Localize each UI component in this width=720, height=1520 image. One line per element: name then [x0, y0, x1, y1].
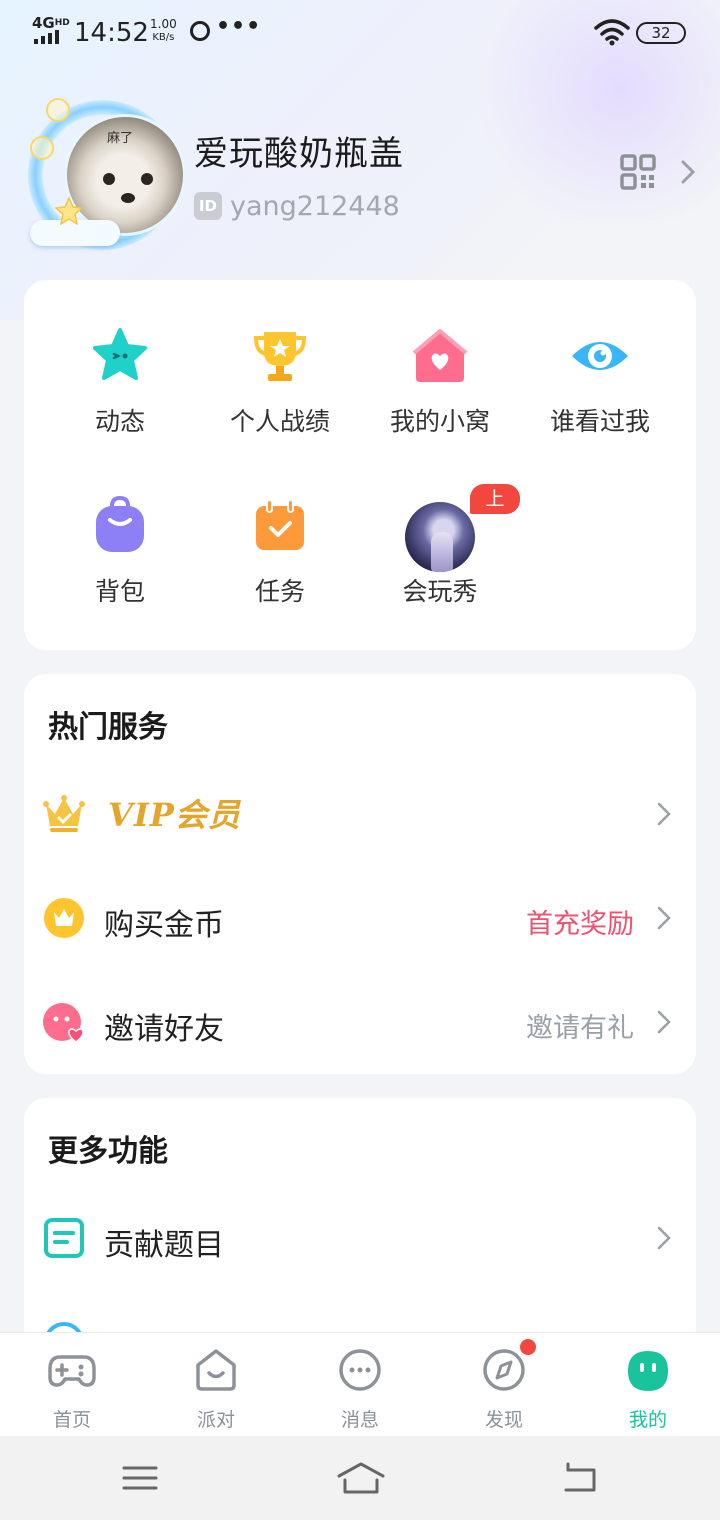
calendar-check-icon	[256, 499, 304, 550]
nav-me[interactable]: 我的	[576, 1333, 720, 1437]
trophy-icon	[253, 332, 307, 381]
notification-dot	[520, 1339, 536, 1355]
invite-icon	[43, 1003, 84, 1043]
new-badge: 上新	[470, 484, 520, 540]
nav-discover[interactable]: 发现	[432, 1333, 576, 1437]
chevron-right-icon[interactable]	[678, 158, 698, 186]
nav-messages[interactable]: 消息	[288, 1333, 432, 1437]
coin-decoration-icon	[46, 98, 70, 122]
feature-grid-card: 动态 个人战绩 我的小窝 谁看过我 背包 任务 上新 会玩秀	[24, 280, 696, 650]
star-icon	[93, 328, 147, 380]
document-icon	[44, 1218, 84, 1258]
battery-indicator: 32	[636, 22, 686, 44]
section-title: 更多功能	[48, 1134, 168, 1169]
backpack-icon	[96, 496, 144, 552]
user-id: yang212448	[230, 190, 400, 222]
star-decoration-icon	[54, 196, 84, 226]
buy-coins-row[interactable]: 购买金币 首充奖励	[24, 874, 696, 964]
system-nav-bar	[0, 1436, 720, 1520]
id-icon: ID	[194, 192, 222, 220]
party-icon	[196, 1349, 236, 1391]
house-icon	[412, 329, 468, 382]
nav-party[interactable]: 派对	[144, 1333, 288, 1437]
clock: 14:52	[74, 18, 149, 48]
eye-icon	[572, 342, 628, 370]
grid-item-dynamics[interactable]: 动态	[40, 326, 200, 476]
grid-item-my-nest[interactable]: 我的小窝	[360, 326, 520, 476]
chevron-right-icon	[657, 802, 671, 826]
bottom-nav: 首页 派对 消息 发现 我的	[0, 1332, 720, 1436]
vip-row[interactable]: VIP会员	[24, 770, 696, 860]
contribute-questions-row[interactable]: 贡献题目	[24, 1194, 696, 1284]
invite-friends-row[interactable]: 邀请好友 邀请有礼	[24, 978, 696, 1068]
me-icon	[628, 1351, 668, 1391]
grid-item-show[interactable]: 上新 会玩秀	[360, 484, 520, 646]
user-id-row: ID yang212448	[194, 190, 400, 222]
wifi-icon	[594, 19, 630, 46]
gamepad-icon	[48, 1355, 96, 1387]
network-speed: 1.00 KB/s	[150, 17, 177, 44]
vip-label: VIP会员	[108, 796, 241, 834]
chevron-right-icon	[657, 1010, 671, 1034]
chat-icon	[339, 1349, 381, 1391]
sync-icon	[190, 21, 210, 41]
back-icon[interactable]	[558, 1458, 602, 1498]
crown-icon	[43, 795, 85, 832]
avatar-caption: 麻了	[107, 131, 134, 146]
home-icon[interactable]	[336, 1458, 386, 1498]
grid-item-stats[interactable]: 个人战绩	[200, 326, 360, 476]
chevron-right-icon	[657, 906, 671, 930]
network-type: 4GHD	[32, 14, 70, 32]
more-notifications-icon: •••	[216, 14, 262, 39]
show-thumbnail	[405, 502, 475, 572]
compass-icon	[483, 1349, 525, 1391]
grid-item-backpack[interactable]: 背包	[40, 496, 200, 646]
hot-services-card: 热门服务 VIP会员 购买金币 首充奖励 邀请好友 邀请有礼	[24, 674, 696, 1074]
nav-home[interactable]: 首页	[0, 1333, 144, 1437]
grid-item-tasks[interactable]: 任务	[200, 496, 360, 646]
grid-item-visitors[interactable]: 谁看过我	[520, 326, 680, 476]
qr-code-icon[interactable]	[620, 154, 656, 190]
username: 爱玩酸奶瓶盖	[194, 134, 404, 174]
section-title: 热门服务	[48, 710, 168, 745]
chevron-right-icon	[657, 1226, 671, 1250]
menu-icon[interactable]	[118, 1458, 162, 1498]
avatar-frame[interactable]: 麻了	[18, 92, 188, 252]
status-bar: 4GHD 14:52 1.00 KB/s ••• 32	[0, 0, 720, 64]
signal-icon	[34, 30, 64, 44]
coin-decoration-icon	[30, 136, 54, 160]
coin-icon	[44, 898, 84, 938]
invite-reward: 邀请有礼	[526, 1013, 634, 1044]
first-charge-reward: 首充奖励	[526, 909, 634, 940]
